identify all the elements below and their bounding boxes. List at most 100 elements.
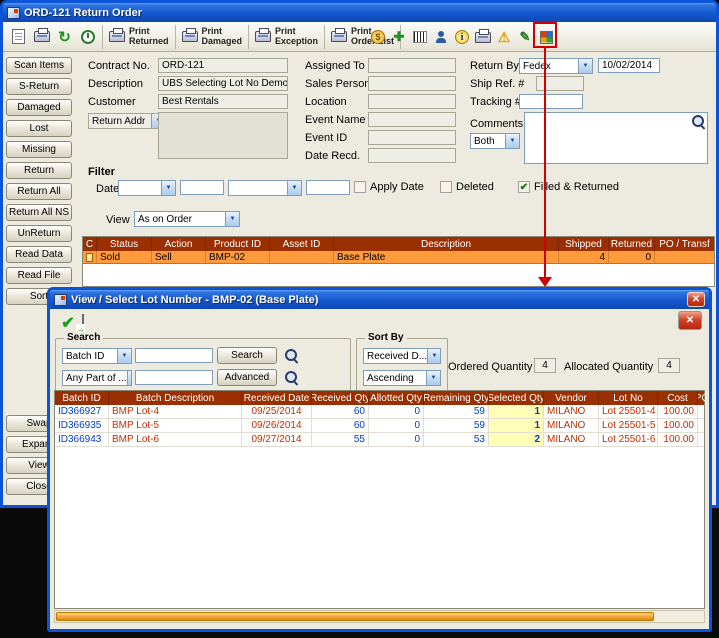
sidebar-missing-button[interactable]: Missing bbox=[6, 141, 72, 158]
filter-date-operator-dropdown[interactable] bbox=[118, 180, 176, 196]
filter-date-range-dropdown[interactable] bbox=[228, 180, 302, 196]
contract-no-field[interactable]: ORD-121 bbox=[158, 58, 288, 73]
report-icon[interactable] bbox=[7, 25, 30, 49]
printer-icon[interactable] bbox=[30, 25, 53, 49]
sort-field-dropdown[interactable]: Received D... bbox=[363, 348, 441, 364]
column-header[interactable]: Description bbox=[334, 237, 559, 251]
description-field[interactable]: UBS Selecting Lot No Demo bbox=[158, 76, 288, 91]
return-by-dropdown[interactable]: Fedex bbox=[519, 58, 593, 74]
sidebar-return-button[interactable]: Return bbox=[6, 162, 72, 179]
selected-qty-cell[interactable]: 2 bbox=[489, 433, 544, 446]
info-icon[interactable] bbox=[453, 28, 471, 46]
column-header[interactable]: Vendor bbox=[544, 391, 599, 405]
sidebar-return-all-button[interactable]: Return All bbox=[6, 183, 72, 200]
scrollbar-thumb[interactable] bbox=[56, 612, 654, 621]
sidebar-damaged-button[interactable]: Damaged bbox=[6, 99, 72, 116]
add-icon[interactable] bbox=[390, 28, 408, 46]
confirm-icon[interactable] bbox=[58, 313, 78, 333]
return-by-date-field[interactable]: 10/02/2014 bbox=[598, 58, 660, 73]
search-field-dropdown-value: Batch ID bbox=[66, 350, 105, 362]
event-id-field[interactable] bbox=[368, 130, 456, 145]
column-header[interactable]: Returned bbox=[609, 237, 655, 251]
column-header[interactable]: Lot No bbox=[599, 391, 658, 405]
comments-search-icon[interactable] bbox=[691, 114, 706, 129]
comments-scope-dropdown[interactable]: Both bbox=[470, 133, 520, 149]
lot-no-cell: Lot 25501-4 bbox=[599, 405, 658, 418]
apply-date-checkbox[interactable]: Apply Date bbox=[354, 181, 424, 193]
assigned-to-field[interactable] bbox=[368, 58, 456, 73]
advanced-button[interactable]: Advanced bbox=[217, 369, 277, 386]
sidebar-return-all-ns-button[interactable]: Return All NS bbox=[6, 204, 72, 221]
sidebar-lost-button[interactable]: Lost bbox=[6, 120, 72, 137]
date-recd-field[interactable] bbox=[368, 148, 456, 163]
advanced-search-magnifier-icon[interactable] bbox=[284, 370, 299, 385]
checkbox-box-icon bbox=[440, 181, 452, 193]
selected-qty-cell[interactable]: 1 bbox=[489, 405, 544, 418]
column-header[interactable]: Received Date bbox=[242, 391, 312, 405]
column-header[interactable]: Batch Description bbox=[109, 391, 242, 405]
sidebar-s-return-button[interactable]: S-Return bbox=[6, 78, 72, 95]
comments-scope-value: Both bbox=[474, 135, 495, 147]
advanced-search-input[interactable] bbox=[135, 370, 213, 385]
lot-table-row[interactable]: ID366927 BMP Lot-4 09/25/2014 60 0 59 1 … bbox=[55, 405, 704, 419]
refresh-icon[interactable] bbox=[53, 25, 76, 49]
clock-icon[interactable] bbox=[76, 25, 99, 49]
dialog-close-button[interactable] bbox=[687, 292, 705, 307]
money-icon[interactable] bbox=[369, 28, 387, 46]
column-header[interactable]: Allotted Qty bbox=[369, 391, 424, 405]
sort-direction-dropdown[interactable]: Ascending bbox=[363, 370, 441, 386]
column-header[interactable]: Asset ID bbox=[270, 237, 334, 251]
print-small-icon[interactable] bbox=[474, 28, 492, 46]
location-field[interactable] bbox=[368, 94, 456, 109]
column-header[interactable]: Received Qty bbox=[312, 391, 369, 405]
column-header[interactable]: Selected Qty bbox=[489, 391, 544, 405]
dialog-cancel-button[interactable] bbox=[678, 311, 702, 330]
sidebar-read-file-button[interactable]: Read File bbox=[6, 267, 72, 284]
batch-description-cell: BMP Lot-4 bbox=[109, 405, 242, 418]
search-match-dropdown[interactable]: Any Part of ... bbox=[62, 370, 132, 386]
horizontal-scrollbar[interactable] bbox=[54, 610, 705, 623]
sales-person-field[interactable] bbox=[368, 76, 456, 91]
selected-qty-cell[interactable]: 1 bbox=[489, 419, 544, 432]
event-name-field[interactable] bbox=[368, 112, 456, 127]
column-header[interactable]: Product ID bbox=[206, 237, 270, 251]
column-header[interactable]: Action bbox=[152, 237, 206, 251]
search-input[interactable] bbox=[135, 348, 213, 363]
barcode-icon[interactable] bbox=[411, 28, 429, 46]
column-header[interactable]: Cost bbox=[658, 391, 698, 405]
dialog-titlebar[interactable]: View / Select Lot Number - BMP-02 (Base … bbox=[50, 290, 709, 309]
window-titlebar[interactable]: ORD-121 Return Order bbox=[3, 3, 716, 22]
column-header[interactable]: C bbox=[83, 237, 97, 251]
column-header[interactable]: PO / Transf bbox=[655, 237, 714, 251]
column-header[interactable]: Remaining Qty bbox=[424, 391, 489, 405]
filled-returned-checkbox[interactable]: Filled & Returned bbox=[518, 181, 619, 193]
edit-icon[interactable] bbox=[516, 28, 534, 46]
lot-table-row[interactable]: ID366943 BMP Lot-6 09/27/2014 55 0 53 2 … bbox=[55, 433, 704, 447]
column-header[interactable]: Status bbox=[97, 237, 152, 251]
column-header[interactable]: PO bbox=[698, 391, 706, 405]
sidebar-scan-items-button[interactable]: Scan Items bbox=[6, 57, 72, 74]
order-table-row-selected[interactable]: Sold Sell BMP-02 Base Plate 4 0 bbox=[83, 251, 714, 264]
column-header[interactable]: Shipped bbox=[559, 237, 609, 251]
search-magnifier-icon[interactable] bbox=[284, 348, 299, 363]
print-returned-button[interactable]: Print Returned bbox=[106, 24, 172, 50]
contact-icon[interactable] bbox=[432, 28, 450, 46]
search-button[interactable]: Search bbox=[217, 347, 277, 364]
sidebar-read-data-button[interactable]: Read Data bbox=[6, 246, 72, 263]
tracking-field[interactable] bbox=[519, 94, 583, 109]
filter-date-to-field[interactable] bbox=[306, 180, 350, 195]
column-header[interactable]: Batch ID bbox=[55, 391, 109, 405]
print-damaged-button[interactable]: Print Damaged bbox=[179, 24, 246, 50]
search-field-dropdown[interactable]: Batch ID bbox=[62, 348, 132, 364]
filter-date-from-field[interactable] bbox=[180, 180, 224, 195]
print-exception-button[interactable]: Print Exception bbox=[252, 24, 321, 50]
sidebar-unreturn-button[interactable]: UnReturn bbox=[6, 225, 72, 242]
view-dropdown[interactable]: As on Order bbox=[134, 211, 240, 227]
deleted-checkbox[interactable]: Deleted bbox=[440, 181, 494, 193]
lot-table-row[interactable]: ID366935 BMP Lot-5 09/26/2014 60 0 59 1 … bbox=[55, 419, 704, 433]
return-addr-dropdown[interactable]: Return Addr bbox=[88, 113, 166, 129]
export-icon[interactable] bbox=[82, 314, 84, 333]
customer-field[interactable]: Best Rentals bbox=[158, 94, 288, 109]
warning-icon[interactable] bbox=[495, 28, 513, 46]
comments-textarea[interactable] bbox=[524, 112, 708, 164]
